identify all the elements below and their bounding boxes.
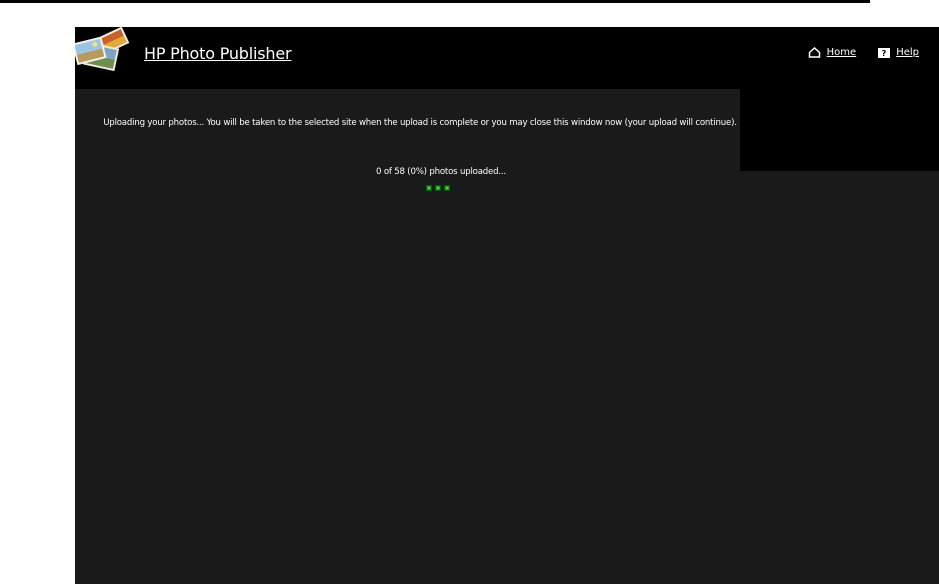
top-divider <box>0 0 870 3</box>
spinner-dot <box>435 185 441 191</box>
spinner-dot <box>426 185 432 191</box>
upload-progress-text: 0 of 58 (0%) photos uploaded... <box>376 167 506 177</box>
home-link[interactable]: Home <box>808 47 857 58</box>
header-bar: HP Photo Publisher Home ? Help <box>75 27 939 89</box>
photos-logo-icon <box>75 27 130 72</box>
help-icon: ? <box>878 47 891 58</box>
app-title-link[interactable]: HP Photo Publisher <box>144 44 292 63</box>
help-link-label: Help <box>896 47 919 58</box>
upload-message: Uploading your photos... You will be tak… <box>103 118 737 128</box>
home-link-label: Home <box>826 47 857 58</box>
home-icon <box>808 47 820 58</box>
spinner-dot <box>444 185 450 191</box>
svg-text:?: ? <box>882 49 887 58</box>
header-nav: Home ? Help <box>808 47 919 58</box>
app-window: HP Photo Publisher Home ? Help Uploading… <box>75 27 939 584</box>
side-panel <box>740 89 939 171</box>
loading-spinner <box>426 185 450 191</box>
help-link[interactable]: ? Help <box>878 47 919 58</box>
